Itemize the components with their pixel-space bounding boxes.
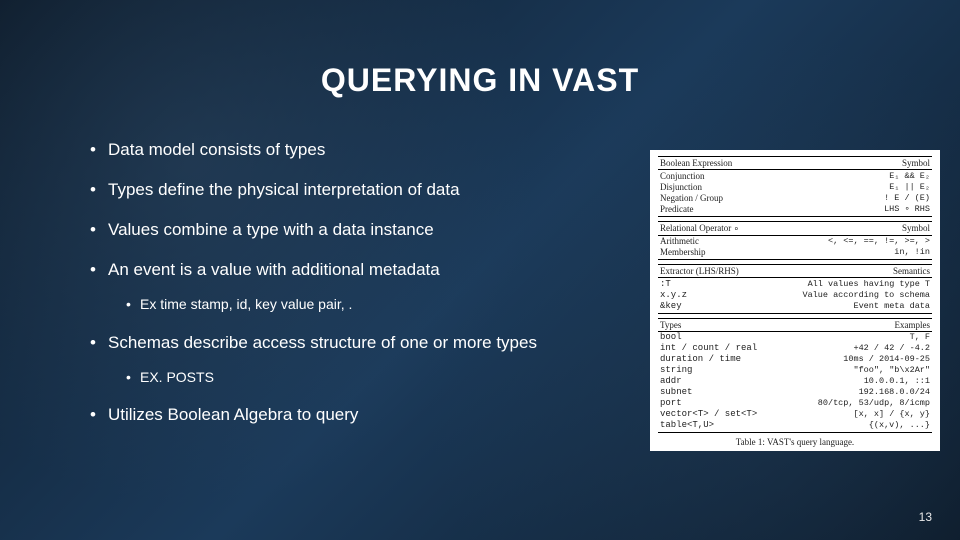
bullet-item: Data model consists of types <box>90 139 640 161</box>
th: Boolean Expression <box>658 157 824 170</box>
th: Symbol <box>824 157 932 170</box>
td: T, F <box>786 331 932 343</box>
td: duration / time <box>658 354 786 365</box>
td: [x, x] / {x, y} <box>786 409 932 420</box>
th: Types <box>658 318 786 331</box>
bullet-item: Utilizes Boolean Algebra to query <box>90 404 640 426</box>
td: Arithmetic <box>658 235 778 247</box>
td: "foo", "b\x2Ar" <box>786 365 932 376</box>
td: port <box>658 398 786 409</box>
table-section-extractor: Extractor (LHS/RHS)Semantics :TAll value… <box>658 264 932 314</box>
sub-list: Ex time stamp, id, key value pair, . <box>108 295 640 313</box>
td: &key <box>658 300 764 313</box>
th: Examples <box>786 318 932 331</box>
table-section-operator: Relational Operator ∘Symbol Arithmetic<,… <box>658 221 932 261</box>
bullet-text: An event is a value with additional meta… <box>108 260 440 279</box>
td: 10ms / 2014-09-25 <box>786 354 932 365</box>
td: LHS ∘ RHS <box>824 203 932 216</box>
td: <, <=, ==, !=, >=, > <box>778 235 932 247</box>
slide-title: QUERYING IN VAST <box>0 0 960 99</box>
td: +42 / 42 / -4.2 <box>786 343 932 354</box>
td: vector<T> / set<T> <box>658 409 786 420</box>
td: x.y.z <box>658 289 764 300</box>
td: Disjunction <box>658 181 824 192</box>
table-caption: Table 1: VAST's query language. <box>658 437 932 447</box>
th: Relational Operator ∘ <box>658 221 778 235</box>
bullet-item: Types define the physical interpretation… <box>90 179 640 201</box>
td: Predicate <box>658 203 824 216</box>
td: table<T,U> <box>658 420 786 433</box>
th: Symbol <box>778 221 932 235</box>
td: in, !in <box>778 247 932 260</box>
query-language-table: Boolean ExpressionSymbol ConjunctionE₁ &… <box>650 150 940 451</box>
bullet-item: Values combine a type with a data instan… <box>90 219 640 241</box>
td: Negation / Group <box>658 192 824 203</box>
sub-list: EX. POSTS <box>108 368 640 386</box>
td: string <box>658 365 786 376</box>
bullet-list: Data model consists of types Types defin… <box>90 139 640 426</box>
td: ! E / (E) <box>824 192 932 203</box>
td: Membership <box>658 247 778 260</box>
table-section-boolean: Boolean ExpressionSymbol ConjunctionE₁ &… <box>658 156 932 217</box>
td: 10.0.0.1, ::1 <box>786 376 932 387</box>
td: {(x,v), ...} <box>786 420 932 433</box>
td: 192.168.0.0/24 <box>786 387 932 398</box>
td: 80/tcp, 53/udp, 8/icmp <box>786 398 932 409</box>
bullet-item: Schemas describe access structure of one… <box>90 332 640 386</box>
table-section-types: TypesExamples boolT, F int / count / rea… <box>658 318 932 434</box>
td: Value according to schema <box>764 289 932 300</box>
td: int / count / real <box>658 343 786 354</box>
th: Extractor (LHS/RHS) <box>658 265 764 278</box>
page-number: 13 <box>919 510 932 524</box>
td: bool <box>658 331 786 343</box>
td: Conjunction <box>658 170 824 182</box>
bullet-text: Schemas describe access structure of one… <box>108 333 537 352</box>
sub-bullet-item: Ex time stamp, id, key value pair, . <box>108 295 640 313</box>
sub-bullet-item: EX. POSTS <box>108 368 640 386</box>
td: subnet <box>658 387 786 398</box>
bullet-item: An event is a value with additional meta… <box>90 259 640 313</box>
th: Semantics <box>764 265 932 278</box>
content-area: Data model consists of types Types defin… <box>0 99 640 426</box>
td: E₁ || E₂ <box>824 181 932 192</box>
td: All values having type T <box>764 278 932 290</box>
td: Event meta data <box>764 300 932 313</box>
td: addr <box>658 376 786 387</box>
td: :T <box>658 278 764 290</box>
td: E₁ && E₂ <box>824 170 932 182</box>
